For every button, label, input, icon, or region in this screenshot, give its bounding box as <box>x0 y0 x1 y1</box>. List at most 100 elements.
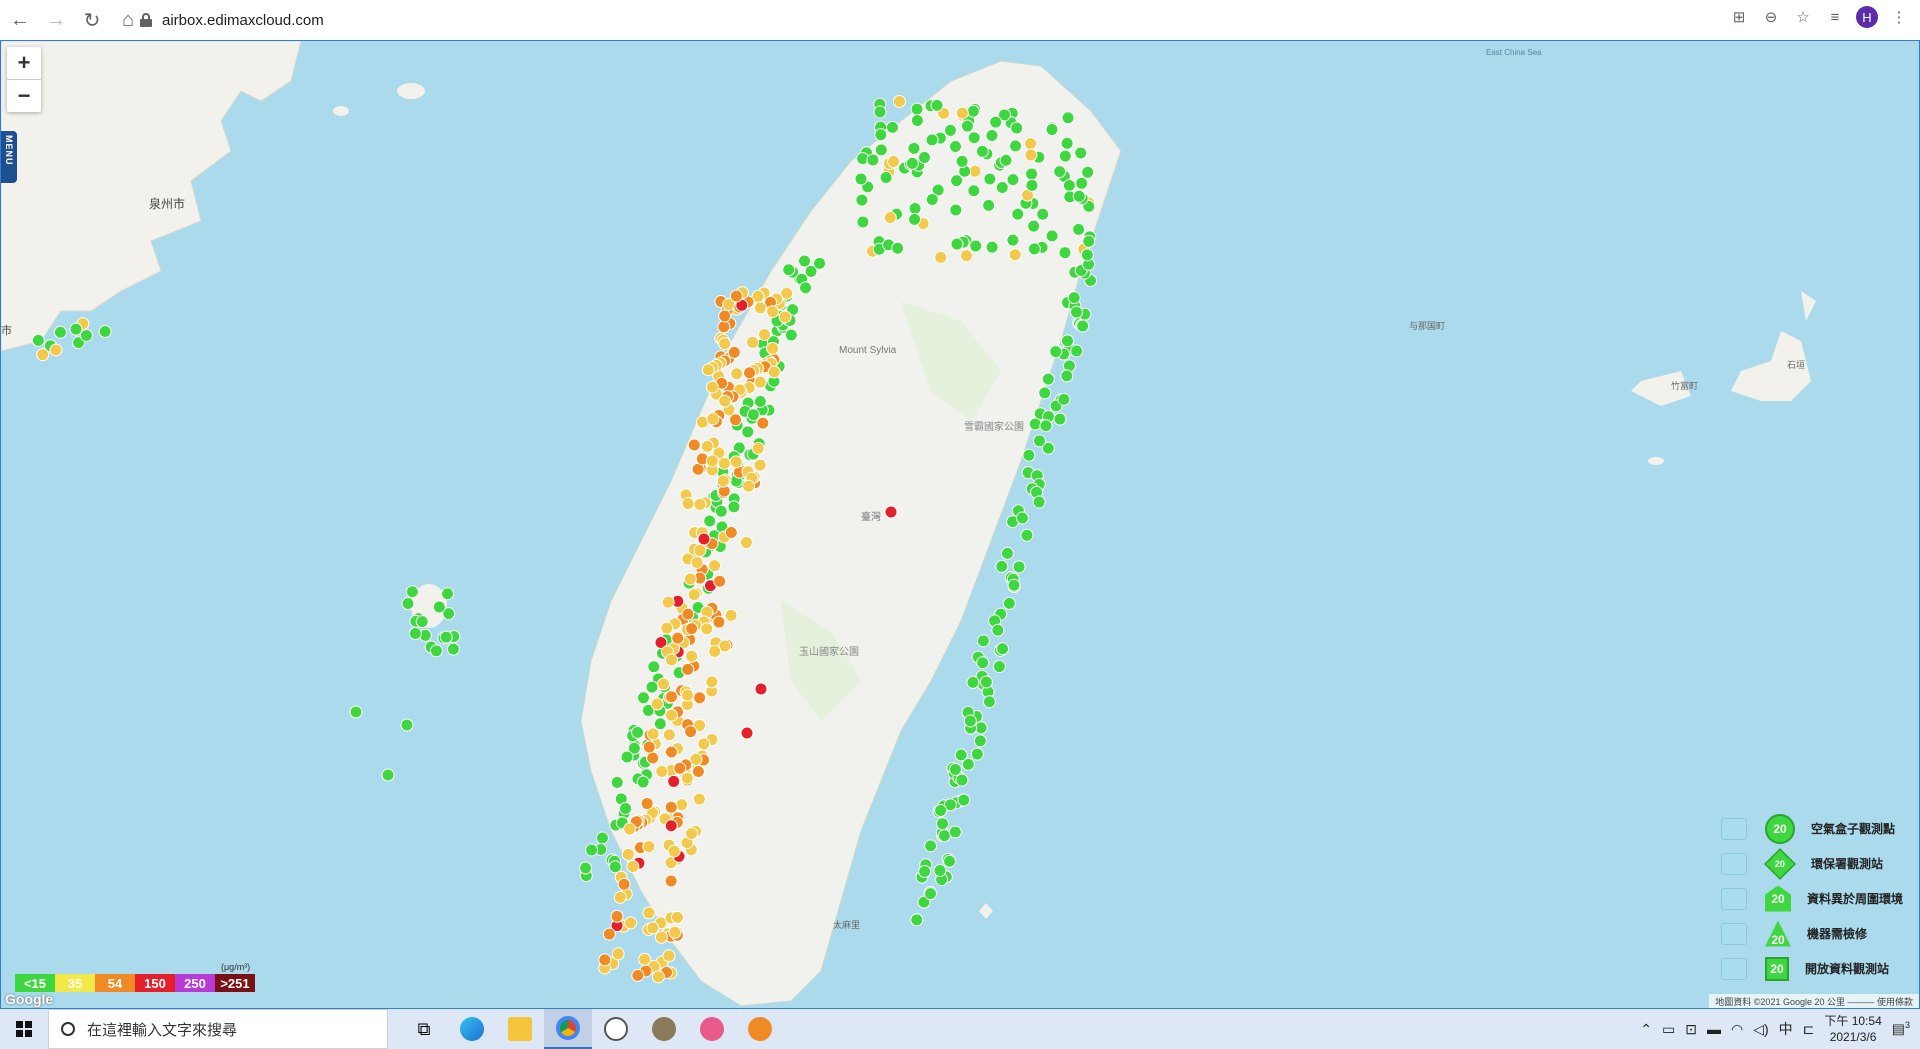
sensor-marker[interactable] <box>883 211 897 225</box>
sensor-marker[interactable] <box>661 595 675 609</box>
more-menu-icon[interactable]: ⋮ <box>1888 6 1910 28</box>
sensor-marker[interactable] <box>754 682 768 696</box>
sensor-marker[interactable] <box>892 94 906 108</box>
sensor-marker[interactable] <box>610 775 624 789</box>
sensor-marker[interactable] <box>79 328 93 342</box>
sensor-marker[interactable] <box>955 154 969 168</box>
sensor-marker[interactable] <box>766 341 780 355</box>
sensor-marker[interactable] <box>681 497 695 511</box>
sensor-marker[interactable] <box>621 847 635 861</box>
sensor-marker[interactable] <box>1067 291 1081 305</box>
volume-icon[interactable]: ◁) <box>1753 1021 1768 1038</box>
sensor-marker[interactable] <box>992 660 1006 674</box>
sensor-marker[interactable] <box>31 333 45 347</box>
notification-icon[interactable]: ▤3 <box>1892 1020 1910 1038</box>
sensor-marker[interactable] <box>989 115 1003 129</box>
sensor-marker[interactable] <box>1002 596 1016 610</box>
address-bar[interactable]: airbox.edimaxcloud.com <box>140 6 1700 34</box>
sensor-marker[interactable] <box>782 263 796 277</box>
sensor-marker[interactable] <box>610 909 624 923</box>
sensor-marker[interactable] <box>966 675 980 689</box>
sensor-marker[interactable] <box>685 827 699 841</box>
sensor-marker[interactable] <box>602 927 616 941</box>
sensor-marker[interactable] <box>685 649 699 663</box>
sensor-marker[interactable] <box>585 843 599 857</box>
sensor-marker[interactable] <box>925 133 939 147</box>
sensor-marker[interactable] <box>1041 372 1055 386</box>
sensor-marker[interactable] <box>985 128 999 142</box>
sensor-marker[interactable] <box>680 771 694 785</box>
sensor-marker[interactable] <box>756 416 770 430</box>
sensor-marker[interactable] <box>665 690 679 704</box>
sensor-marker[interactable] <box>613 890 627 904</box>
zoom-in-button[interactable]: + <box>7 47 41 80</box>
sensor-marker[interactable] <box>742 479 756 493</box>
sensor-marker[interactable] <box>1074 146 1088 160</box>
sensor-marker[interactable] <box>751 441 765 455</box>
sensor-marker[interactable] <box>693 497 707 511</box>
sensor-marker[interactable] <box>950 237 964 251</box>
sensor-marker[interactable] <box>730 367 744 381</box>
sensor-marker[interactable] <box>49 343 63 357</box>
sensor-marker[interactable] <box>1008 248 1022 262</box>
sensor-marker[interactable] <box>1032 434 1046 448</box>
sensor-marker[interactable] <box>626 860 640 874</box>
sensor-marker[interactable] <box>415 615 429 629</box>
sensor-marker[interactable] <box>1039 419 1053 433</box>
sensor-marker[interactable] <box>1036 207 1050 221</box>
sensor-marker[interactable] <box>979 675 993 689</box>
sensor-marker[interactable] <box>429 644 443 658</box>
chrome-icon[interactable] <box>544 1009 592 1049</box>
gimp-icon[interactable] <box>640 1009 688 1049</box>
sensor-marker[interactable] <box>714 504 728 518</box>
sensor-marker[interactable] <box>943 854 957 868</box>
sensor-marker[interactable] <box>954 748 968 762</box>
sensor-marker[interactable] <box>685 622 699 636</box>
sensor-marker[interactable] <box>874 143 888 157</box>
sensor-marker[interactable] <box>691 764 705 778</box>
sensor-marker[interactable] <box>405 585 419 599</box>
sensor-marker[interactable] <box>948 825 962 839</box>
sensor-marker[interactable] <box>441 587 455 601</box>
sensor-marker[interactable] <box>700 622 714 636</box>
sensor-marker[interactable] <box>619 801 633 815</box>
sensor-marker[interactable] <box>718 337 732 351</box>
sensor-marker[interactable] <box>724 526 738 540</box>
sensor-marker[interactable] <box>1080 248 1094 262</box>
sensor-marker[interactable] <box>933 864 947 878</box>
sensor-marker[interactable] <box>741 425 755 439</box>
sensor-marker[interactable] <box>910 102 924 116</box>
map-canvas[interactable]: 泉州市 East China Sea Mount Sylvia 臺灣 玉山國家公… <box>0 40 1920 1009</box>
sensor-marker[interactable] <box>1010 121 1024 135</box>
sensor-marker[interactable] <box>651 970 665 984</box>
sensor-marker[interactable] <box>949 203 963 217</box>
sensor-marker[interactable] <box>729 289 743 303</box>
sensor-marker[interactable] <box>670 910 684 924</box>
sensor-marker[interactable] <box>854 172 868 186</box>
sensor-marker[interactable] <box>960 119 974 133</box>
clock[interactable]: 下午 10:54 2021/3/6 <box>1824 1013 1881 1045</box>
sensor-marker[interactable] <box>930 98 944 112</box>
sensor-marker[interactable] <box>996 642 1010 656</box>
sensor-marker[interactable] <box>925 192 939 206</box>
file-explorer-icon[interactable] <box>496 1009 544 1049</box>
map-attribution[interactable]: 地圖資料 ©2021 Google 20 公里 ——— 使用條款 <box>1709 994 1919 1008</box>
sensor-marker[interactable] <box>1049 345 1063 359</box>
sensor-marker[interactable] <box>873 105 887 119</box>
sensor-marker[interactable] <box>982 695 996 709</box>
sensor-marker[interactable] <box>1024 148 1038 162</box>
meet-icon[interactable]: ▭ <box>1662 1021 1675 1038</box>
sensor-marker[interactable] <box>667 774 681 788</box>
reload-icon[interactable]: ↻ <box>76 4 108 36</box>
sensor-marker[interactable] <box>708 644 722 658</box>
sensor-marker[interactable] <box>1007 578 1021 592</box>
sensor-marker[interactable] <box>1027 219 1041 233</box>
sensor-marker[interactable] <box>948 140 962 154</box>
sensor-marker[interactable] <box>703 514 717 528</box>
wifi-icon[interactable]: ◠ <box>1731 1021 1743 1038</box>
sensor-marker[interactable] <box>982 198 996 212</box>
sensor-marker[interactable] <box>683 572 697 586</box>
sensor-marker[interactable] <box>654 930 668 944</box>
sensor-marker[interactable] <box>718 309 732 323</box>
sensor-marker[interactable] <box>855 193 869 207</box>
